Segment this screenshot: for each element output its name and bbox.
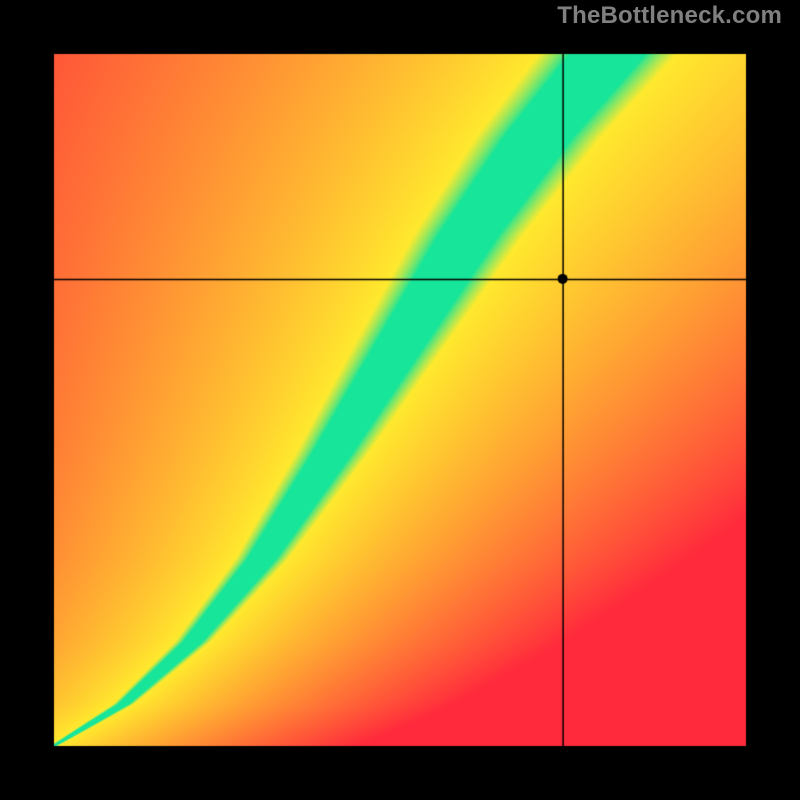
watermark-text: TheBottleneck.com [557,2,782,30]
bottleneck-heatmap [0,0,800,800]
